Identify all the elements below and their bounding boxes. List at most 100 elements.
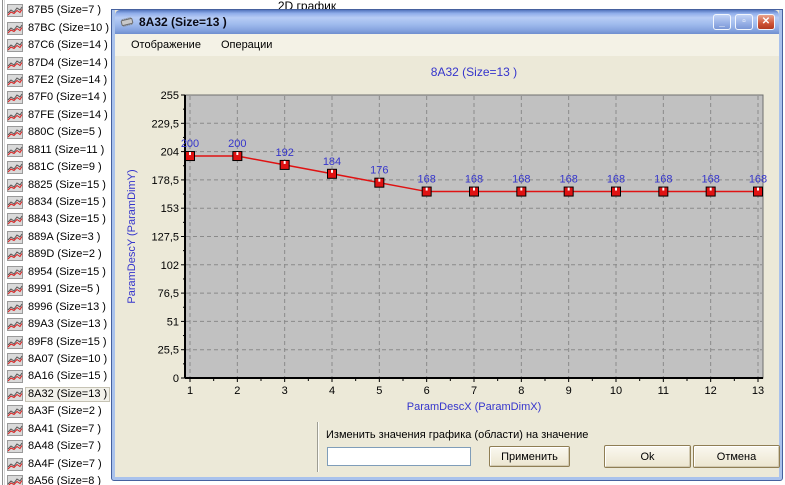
sidebar-item[interactable]: 89F8 (Size=15 ): [7, 333, 113, 350]
y-axis-label: ParamDescY (ParamDimY): [126, 169, 138, 303]
menu-display[interactable]: Отображение: [121, 36, 211, 55]
sidebar-item[interactable]: 881C (Size=9 ): [7, 159, 113, 176]
mini-chart-icon: [7, 196, 23, 209]
set-value-label: Изменить значения графика (области) на з…: [326, 429, 588, 441]
chip-icon: [119, 15, 135, 29]
data-point-label: 168: [701, 174, 719, 186]
sidebar-item[interactable]: 8954 (Size=15 ): [7, 264, 113, 281]
sidebar-item[interactable]: 880C (Size=5 ): [7, 124, 113, 141]
sidebar-item[interactable]: 89A3 (Size=13 ): [7, 316, 113, 333]
sidebar-item[interactable]: 8A3F (Size=2 ): [7, 403, 113, 420]
mini-chart-icon: [7, 458, 23, 471]
dialog-titlebar[interactable]: 8A32 (Size=13 ) _ ▫ ✕: [115, 10, 779, 34]
sidebar-item-label: 889D (Size=2 ): [26, 248, 104, 261]
x-tick-label: 7: [471, 385, 477, 397]
data-point-label: 168: [417, 174, 435, 186]
sidebar-item[interactable]: 8825 (Size=15 ): [7, 176, 113, 193]
x-axis-label: ParamDescX (ParamDimX): [407, 401, 541, 413]
menu-bar: Отображение Операции: [115, 34, 779, 56]
sidebar-item-label: 8A48 (Size=7 ): [26, 440, 103, 453]
y-tick-label: 25,5: [158, 345, 179, 357]
y-tick-label: 51: [167, 316, 179, 328]
minimize-icon: _: [714, 18, 730, 28]
data-point-label: 168: [607, 174, 625, 186]
sidebar-item-label: 89A3 (Size=13 ): [26, 318, 109, 331]
sidebar-item[interactable]: 8A41 (Size=7 ): [7, 421, 113, 438]
sidebar-item[interactable]: 8834 (Size=15 ): [7, 194, 113, 211]
pane-splitter[interactable]: [2, 0, 3, 485]
mini-chart-icon: [7, 91, 23, 104]
mini-chart-icon: [7, 423, 23, 436]
x-tick-label: 4: [329, 385, 335, 397]
sidebar-item-label: 8811 (Size=11 ): [26, 144, 106, 157]
mini-chart-icon: [7, 161, 23, 174]
data-point-label: 168: [749, 174, 767, 186]
y-tick-label: 204: [161, 147, 179, 159]
sidebar-item[interactable]: 8811 (Size=11 ): [7, 142, 113, 159]
y-tick-label: 178,5: [151, 175, 179, 187]
value-input[interactable]: [327, 447, 471, 466]
apply-button[interactable]: Применить: [489, 446, 570, 467]
menu-operations[interactable]: Операции: [211, 36, 282, 55]
x-tick-label: 9: [566, 385, 572, 397]
sidebar-item-label: 8996 (Size=13 ): [26, 301, 108, 314]
minimize-button[interactable]: _: [713, 14, 731, 30]
data-point-label: 168: [512, 174, 530, 186]
sidebar-item[interactable]: 87F0 (Size=14 ): [7, 89, 113, 106]
sidebar-item[interactable]: 8996 (Size=13 ): [7, 298, 113, 315]
sidebar-item[interactable]: 87FE (Size=14 ): [7, 107, 113, 124]
x-tick-label: 12: [705, 385, 717, 397]
sidebar-item[interactable]: 8A32 (Size=13 ): [7, 386, 113, 403]
mini-chart-icon: [7, 336, 23, 349]
dialog-content: 8A32 (Size=13 )025,55176,5102127,5153178…: [115, 56, 779, 477]
sidebar-item[interactable]: 889D (Size=2 ): [7, 246, 113, 263]
dialog-title: 8A32 (Size=13 ): [139, 11, 709, 33]
sidebar-item[interactable]: 8A4F (Size=7 ): [7, 455, 113, 472]
data-point-label: 168: [465, 174, 483, 186]
sidebar-item[interactable]: 889A (Size=3 ): [7, 229, 113, 246]
sidebar-item-label: 87E2 (Size=14 ): [26, 74, 109, 87]
x-tick-label: 2: [234, 385, 240, 397]
mini-chart-icon: [7, 475, 23, 485]
sidebar-item[interactable]: 8991 (Size=5 ): [7, 281, 113, 298]
sidebar-item[interactable]: 8A56 (Size=8 ): [7, 473, 113, 485]
sidebar-item-label: 8A16 (Size=15 ): [26, 370, 109, 383]
cancel-button[interactable]: Отмена: [693, 445, 780, 468]
sidebar-item[interactable]: 8A07 (Size=10 ): [7, 351, 113, 368]
mini-chart-icon: [7, 440, 23, 453]
sidebar-item-label: 8825 (Size=15 ): [26, 179, 108, 192]
sidebar-item[interactable]: 87E2 (Size=14 ): [7, 72, 113, 89]
data-point-label: 168: [559, 174, 577, 186]
sidebar-item-label: 8A32 (Size=13 ): [26, 388, 109, 401]
x-tick-label: 5: [376, 385, 382, 397]
sidebar-item[interactable]: 8A48 (Size=7 ): [7, 438, 113, 455]
mini-chart-icon: [7, 126, 23, 139]
chart[interactable]: 8A32 (Size=13 )025,55176,5102127,5153178…: [115, 56, 779, 418]
sidebar-item-label: 880C (Size=5 ): [26, 126, 104, 139]
ok-button[interactable]: Ok: [604, 445, 691, 468]
mini-chart-icon: [7, 213, 23, 226]
mini-chart-icon: [7, 248, 23, 261]
mini-chart-icon: [7, 39, 23, 52]
sidebar-item[interactable]: 87D4 (Size=14 ): [7, 54, 113, 71]
mini-chart-icon: [7, 370, 23, 383]
x-tick-label: 11: [658, 385, 669, 397]
sidebar-item-label: 89F8 (Size=15 ): [26, 336, 109, 349]
data-point-label: 184: [323, 156, 341, 168]
maximize-icon: ▫: [736, 17, 752, 27]
mini-chart-icon: [7, 22, 23, 35]
pane-splitter-highlight: [4, 0, 5, 485]
close-icon: ✕: [758, 17, 774, 27]
sidebar-item[interactable]: 8A16 (Size=15 ): [7, 368, 113, 385]
y-tick-label: 102: [161, 260, 179, 272]
sidebar-item[interactable]: 87C6 (Size=14 ): [7, 37, 113, 54]
close-button[interactable]: ✕: [757, 14, 775, 30]
sidebar-item[interactable]: 87B5 (Size=7 ): [7, 2, 113, 19]
mini-chart-icon: [7, 388, 23, 401]
mini-chart-icon: [7, 266, 23, 279]
x-tick-label: 1: [187, 385, 193, 397]
sidebar-item[interactable]: 87BC (Size=10 ): [7, 19, 113, 36]
sidebar-item-label: 87F0 (Size=14 ): [26, 91, 109, 104]
sidebar-item[interactable]: 8843 (Size=15 ): [7, 211, 113, 228]
maximize-button[interactable]: ▫: [735, 14, 753, 30]
